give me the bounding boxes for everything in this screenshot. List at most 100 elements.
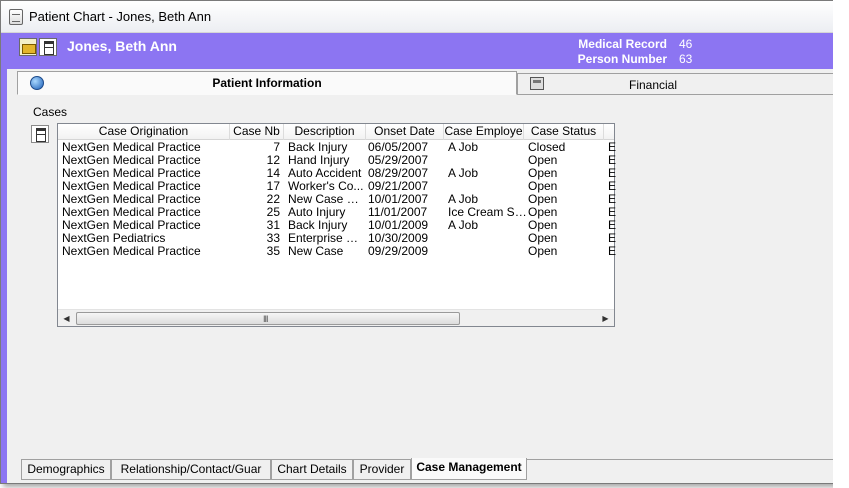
cell-origination: NextGen Pediatrics — [62, 232, 166, 245]
cell-origination: NextGen Medical Practice — [62, 167, 201, 180]
cell-onset-date: 10/30/2009 — [368, 232, 429, 245]
cell-description: Hand Injury — [288, 154, 350, 167]
table-row[interactable]: NextGen Medical Practice 12 Hand Injury … — [58, 154, 616, 167]
cell-overflow: E — [608, 206, 616, 219]
column-header-case-origination[interactable]: Case Origination — [58, 124, 230, 140]
table-row[interactable]: NextGen Medical Practice 25 Auto Injury … — [58, 206, 616, 219]
cell-employer — [448, 245, 528, 258]
cell-description: Auto Injury — [288, 206, 346, 219]
title-bar: Patient Chart - Jones, Beth Ann — [1, 1, 835, 33]
cell-origination: NextGen Medical Practice — [62, 245, 201, 258]
cell-status: Open — [528, 154, 558, 167]
cell-origination: NextGen Medical Practice — [62, 206, 201, 219]
cell-onset-date: 09/29/2009 — [368, 245, 429, 258]
cell-employer: Ice Cream Sh... — [448, 206, 528, 219]
table-row[interactable]: NextGen Medical Practice 14 Auto Acciden… — [58, 167, 616, 180]
cases-grid-header: Case Origination Case Nb Description Ons… — [58, 124, 614, 140]
column-header-case-employer[interactable]: Case Employe — [444, 124, 524, 140]
cell-description: Worker's Co... — [288, 180, 364, 193]
column-header-onset-date[interactable]: Onset Date — [366, 124, 444, 140]
tab-provider[interactable]: Provider — [353, 460, 411, 480]
scrollbar-thumb[interactable]: III — [76, 312, 460, 325]
cell-employer: A Job — [448, 193, 479, 206]
cell-description: New Case De... — [288, 193, 364, 206]
cell-case-nb: 25 — [266, 206, 280, 219]
cell-onset-date: 11/01/2007 — [368, 206, 428, 219]
column-header-case-status[interactable]: Case Status — [524, 124, 604, 140]
document-button[interactable] — [39, 38, 57, 56]
tab-case-management[interactable]: Case Management — [411, 458, 527, 480]
cell-overflow: E — [608, 154, 616, 167]
tab-patient-information[interactable]: Patient Information — [17, 71, 517, 95]
cell-case-nb: 14 — [266, 167, 280, 180]
cell-overflow: E — [608, 193, 616, 206]
cell-origination: NextGen Medical Practice — [62, 219, 201, 232]
clipboard-icon — [9, 8, 23, 25]
cell-overflow: E — [608, 232, 616, 245]
tab-demographics[interactable]: Demographics — [21, 460, 111, 480]
column-header-case-nb[interactable]: Case Nb — [230, 124, 284, 140]
medical-record-value: 46 — [679, 37, 693, 51]
scroll-left-icon[interactable]: ◀ — [58, 310, 75, 327]
cell-overflow: E — [608, 219, 616, 232]
scrollbar-grip: III — [263, 314, 268, 324]
person-number-label: Person Number — [577, 52, 667, 66]
cases-grid[interactable]: Case Origination Case Nb Description Ons… — [57, 123, 616, 327]
cell-case-nb: 31 — [266, 219, 280, 232]
table-row[interactable]: NextGen Medical Practice 35 New Case 09/… — [58, 245, 616, 258]
cell-status: Open — [528, 206, 558, 219]
open-folder-button[interactable] — [19, 38, 37, 56]
left-accent-bar — [1, 69, 7, 483]
table-row[interactable]: NextGen Medical Practice 22 New Case De.… — [58, 193, 616, 206]
cell-overflow: E — [608, 245, 616, 258]
column-header-overflow — [604, 124, 616, 140]
cell-origination: NextGen Medical Practice — [62, 141, 201, 154]
table-row[interactable]: NextGen Medical Practice 17 Worker's Co.… — [58, 180, 616, 193]
table-row[interactable]: NextGen Pediatrics 33 Enterprise Ca... 1… — [58, 232, 616, 245]
calculator-icon — [530, 77, 544, 90]
patient-name: Jones, Beth Ann — [67, 38, 177, 54]
window-title: Patient Chart - Jones, Beth Ann — [29, 9, 212, 24]
cell-overflow: E — [608, 141, 616, 154]
case-document-button[interactable] — [31, 125, 49, 143]
cell-description: Auto Accident — [288, 167, 362, 180]
cell-case-nb: 17 — [266, 180, 280, 193]
cell-employer: A Job — [448, 167, 479, 180]
cell-origination: NextGen Medical Practice — [62, 154, 201, 167]
horizontal-scrollbar[interactable]: ◀ III ▶ — [58, 309, 614, 326]
cell-employer — [448, 180, 528, 193]
cell-overflow: E — [608, 167, 616, 180]
bottom-tab-strip: Demographics Relationship/Contact/Guar C… — [21, 458, 835, 481]
case-management-panel: Cases Case Origination Case Nb Descripti… — [17, 95, 835, 461]
cell-case-nb: 33 — [266, 232, 280, 245]
cases-label: Cases — [33, 105, 68, 119]
cell-description: Back Injury — [288, 219, 348, 232]
cell-status: Open — [528, 232, 558, 245]
cell-onset-date: 10/01/2007 — [368, 193, 429, 206]
cell-description: New Case — [288, 245, 344, 258]
scroll-right-icon[interactable]: ▶ — [597, 310, 614, 327]
cell-onset-date: 10/01/2009 — [368, 219, 429, 232]
cell-onset-date: 06/05/2007 — [368, 141, 429, 154]
cell-employer: A Job — [448, 219, 479, 232]
cases-rows: NextGen Medical Practice 7 Back Injury 0… — [58, 141, 616, 258]
cell-description: Back Injury — [288, 141, 348, 154]
torn-edge — [833, 0, 849, 488]
cell-employer — [448, 232, 528, 245]
table-row[interactable]: NextGen Medical Practice 31 Back Injury … — [58, 219, 616, 232]
cell-onset-date: 05/29/2007 — [368, 154, 429, 167]
cell-case-nb: 35 — [266, 245, 280, 258]
cell-origination: NextGen Medical Practice — [62, 180, 201, 193]
table-row[interactable]: NextGen Medical Practice 7 Back Injury 0… — [58, 141, 616, 154]
column-header-description[interactable]: Description — [284, 124, 366, 140]
cell-origination: NextGen Medical Practice — [62, 193, 201, 206]
cell-case-nb: 12 — [266, 154, 280, 167]
cell-onset-date: 08/29/2007 — [368, 167, 429, 180]
cell-status: Open — [528, 193, 558, 206]
tab-financial[interactable]: Financial — [517, 73, 835, 95]
tab-chart-details[interactable]: Chart Details — [271, 460, 353, 480]
tab-relationship-contact-guar[interactable]: Relationship/Contact/Guar — [111, 460, 271, 480]
person-number-value: 63 — [679, 52, 693, 66]
tab-patient-information-label: Patient Information — [212, 76, 322, 90]
cell-status: Open — [528, 245, 558, 258]
